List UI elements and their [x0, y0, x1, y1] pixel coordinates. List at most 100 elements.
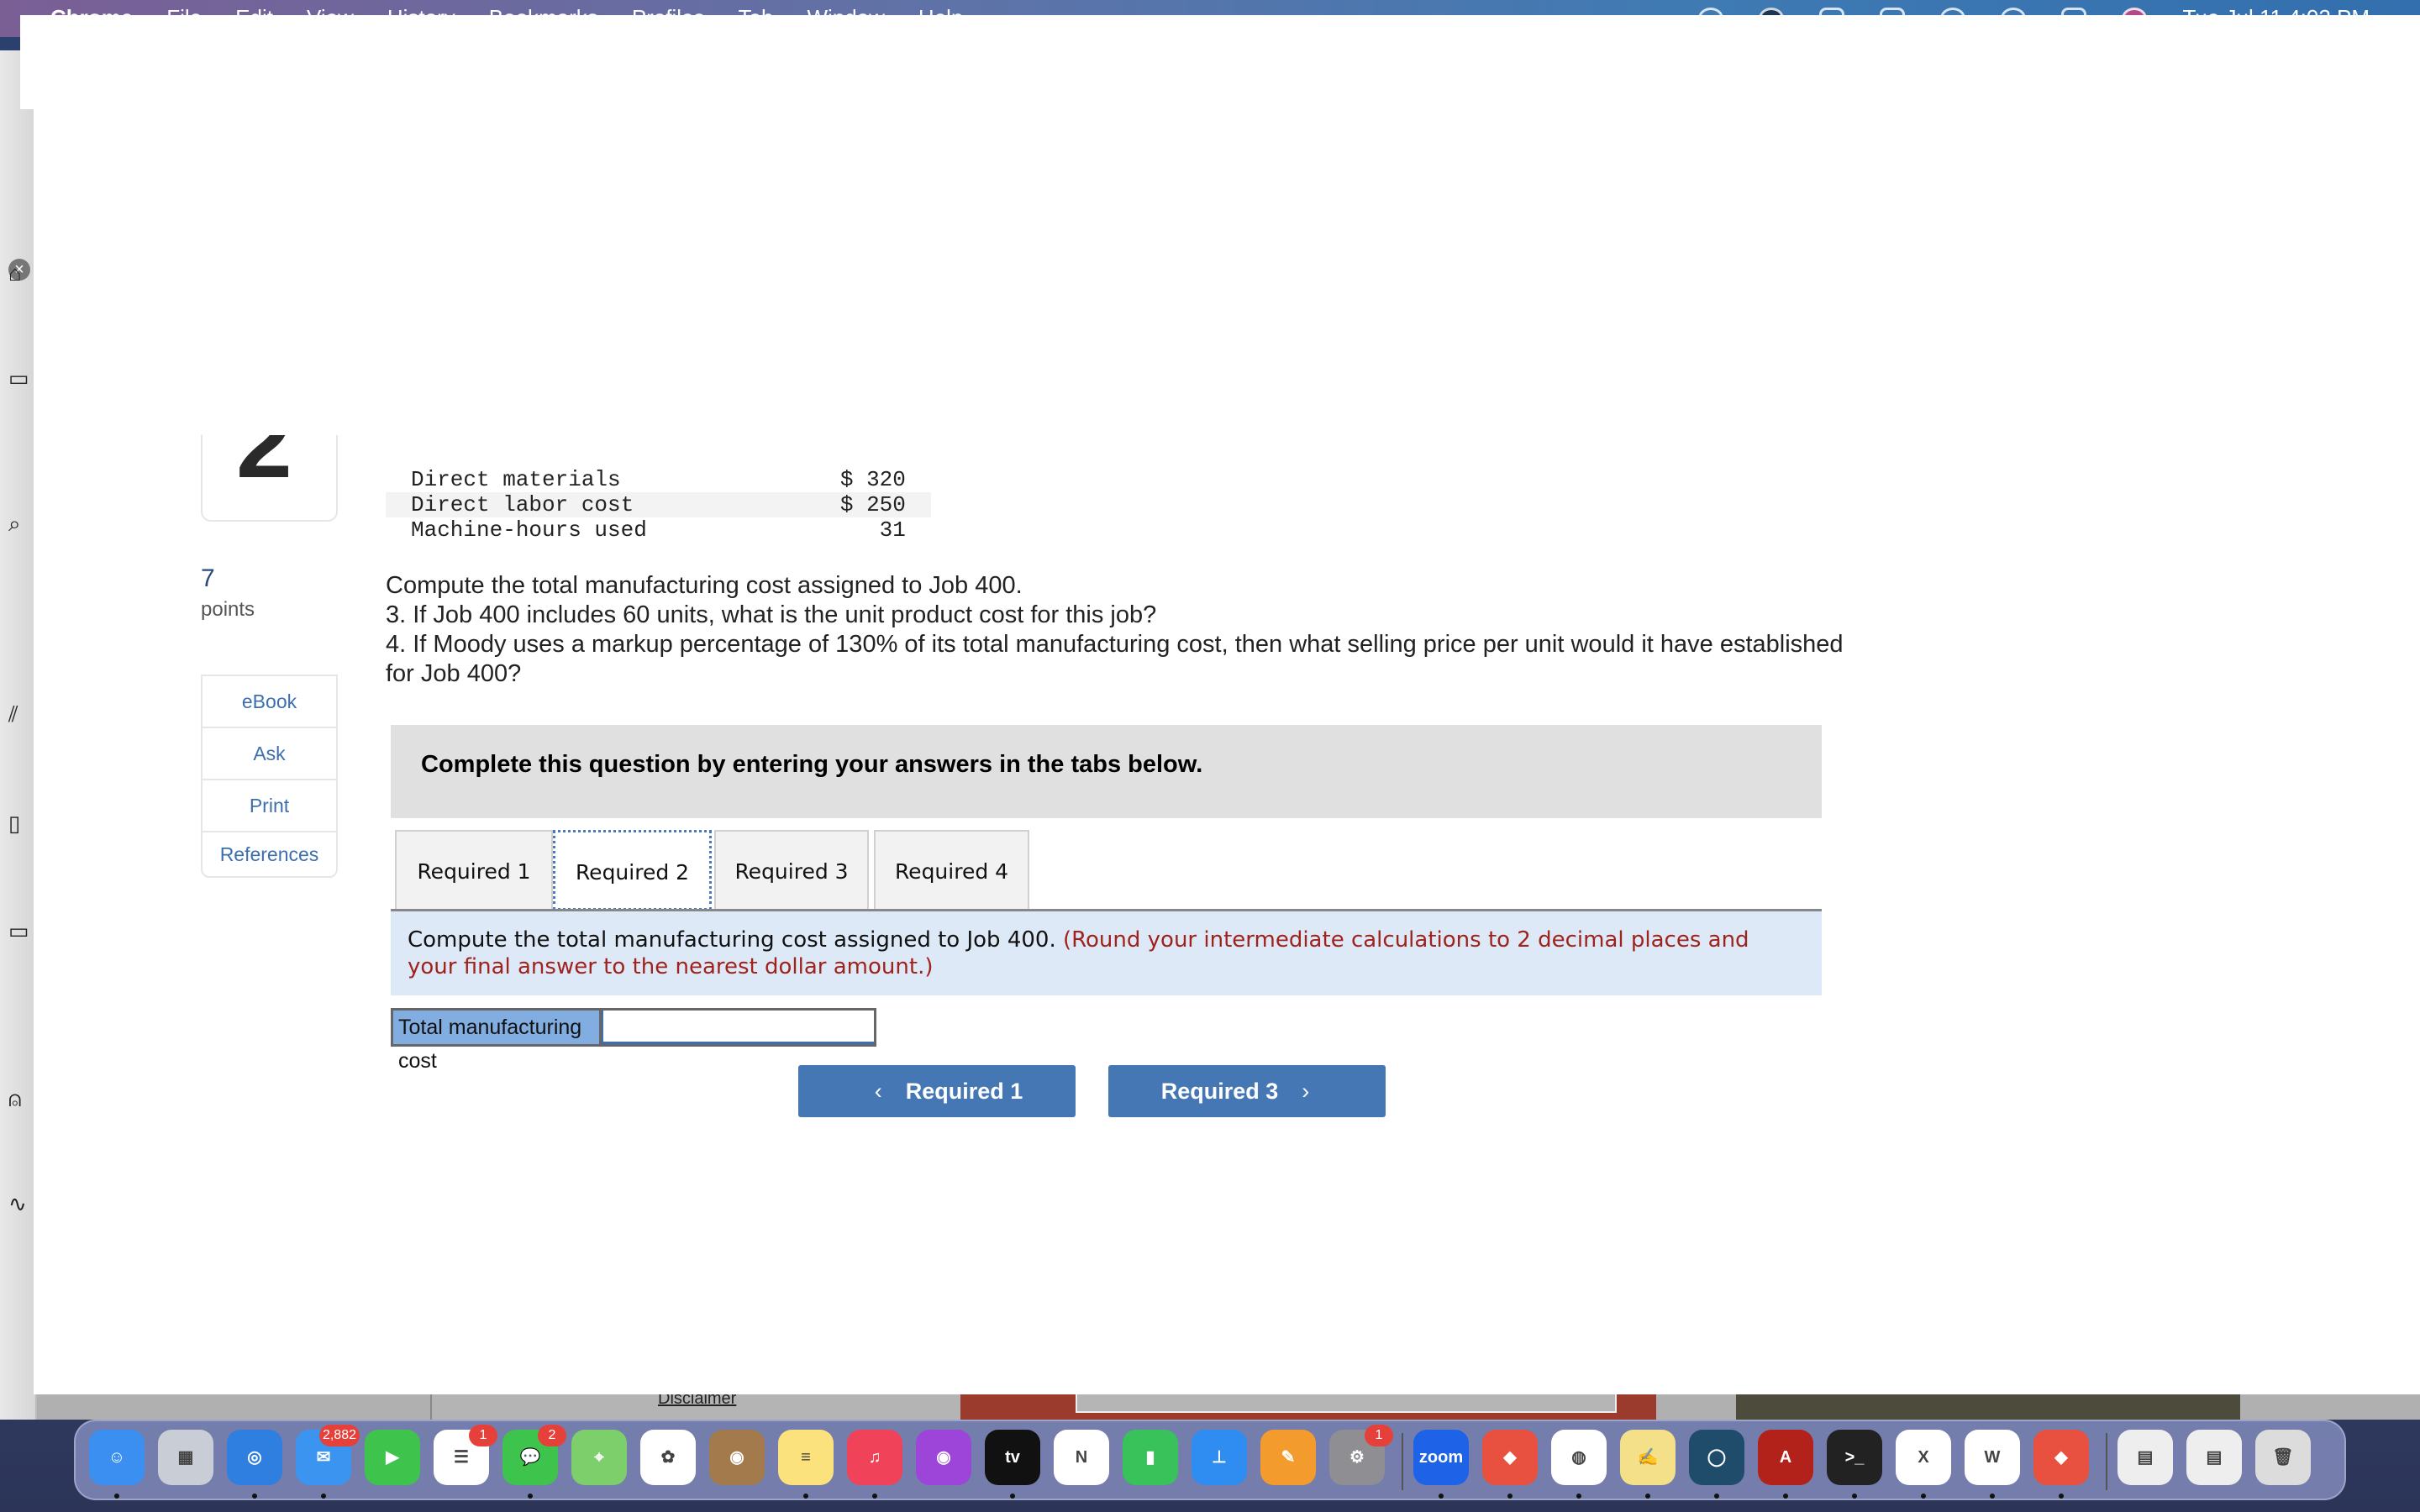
- ebook-button[interactable]: eBook: [203, 676, 336, 728]
- dock-zoom-icon[interactable]: zoom: [1413, 1430, 1469, 1485]
- table-row: Machine-hours used 31: [386, 517, 931, 543]
- dock-news-icon[interactable]: N: [1054, 1430, 1109, 1485]
- tablet-icon[interactable]: ▯: [8, 811, 34, 836]
- dock-facetime-icon[interactable]: ▶: [365, 1430, 420, 1485]
- left-app-strip: × ⌂ ▭ ⌕ ⫽ ▯ ▭ ⍝ ∿: [0, 50, 37, 1420]
- dock-music-icon[interactable]: ♫: [847, 1430, 902, 1485]
- person-icon[interactable]: ⍝: [8, 1086, 34, 1111]
- row-label: Direct labor cost: [386, 492, 647, 517]
- community-icon[interactable]: ∿: [8, 1191, 34, 1216]
- dock-separator: [2106, 1433, 2107, 1490]
- dock-acrobat-icon[interactable]: A: [1758, 1430, 1813, 1485]
- dock-mail-icon[interactable]: ✉ 2,882: [296, 1425, 360, 1485]
- dock-anydesk-icon[interactable]: ◆: [2033, 1430, 2089, 1485]
- notification-badge: 2: [538, 1425, 566, 1446]
- running-indicator: [1714, 1494, 1719, 1499]
- table-row: Direct labor cost $ 250: [386, 492, 931, 517]
- dock-stickies-icon[interactable]: ✍: [1620, 1430, 1676, 1485]
- question-line: 3. If Job 400 includes 60 units, what is…: [386, 601, 1157, 628]
- dock-podcasts-icon[interactable]: ◉: [916, 1430, 971, 1485]
- print-button[interactable]: Print: [203, 780, 336, 832]
- dock-chrome-icon[interactable]: ◍: [1551, 1430, 1607, 1485]
- question-number-box: 2: [201, 435, 338, 522]
- instruction-text: Compute the total manufacturing cost ass…: [408, 927, 1056, 953]
- prev-required-button[interactable]: ‹ Required 1: [798, 1065, 1076, 1117]
- points-value: 7: [201, 564, 215, 592]
- dock-photos-icon[interactable]: ✿: [640, 1430, 696, 1485]
- question-window: [34, 15, 2420, 1394]
- running-indicator: [2059, 1494, 2064, 1499]
- running-indicator: [321, 1494, 326, 1499]
- row-label: Direct materials: [411, 467, 621, 492]
- total-manufacturing-cost-input[interactable]: [602, 1011, 874, 1044]
- dock-reminders-icon[interactable]: ☰ 1: [434, 1425, 497, 1485]
- dock-excel-icon[interactable]: X: [1896, 1430, 1951, 1485]
- tab-required-1[interactable]: Required 1: [395, 830, 553, 911]
- dock-tv-icon[interactable]: tv: [985, 1430, 1040, 1485]
- chat-search-icon[interactable]: ⌕: [8, 511, 34, 536]
- row-value: $ 320: [839, 467, 906, 492]
- running-indicator: [1507, 1494, 1512, 1499]
- notification-badge: 1: [1365, 1425, 1393, 1446]
- dock-system-preferences-icon[interactable]: ⚙ 1: [1329, 1425, 1393, 1485]
- tab-required-3[interactable]: Required 3: [714, 830, 869, 911]
- table-row: Direct materials $ 320: [386, 467, 931, 492]
- chevron-right-icon: ›: [1302, 1079, 1310, 1104]
- running-indicator: [114, 1494, 119, 1499]
- folder-icon[interactable]: ▭: [8, 918, 34, 943]
- dock-word-icon[interactable]: W: [1965, 1430, 2020, 1485]
- points-label: points: [201, 598, 255, 621]
- dock-terminal-icon[interactable]: >_: [1827, 1430, 1882, 1485]
- dock-pages-icon[interactable]: ✎: [1260, 1430, 1316, 1485]
- dock-finder-icon[interactable]: ☺: [89, 1430, 145, 1485]
- dock-safari-icon[interactable]: ◎: [227, 1430, 282, 1485]
- dock-numbers-icon[interactable]: ▮: [1123, 1430, 1178, 1485]
- running-indicator: [1576, 1494, 1581, 1499]
- prev-label: Required 1: [905, 1079, 1023, 1104]
- dock-webex-icon[interactable]: ◯: [1689, 1430, 1744, 1485]
- running-indicator: [1645, 1494, 1650, 1499]
- question-number: 2: [236, 435, 292, 499]
- notification-badge: 2,882: [318, 1425, 360, 1446]
- dock-notes-icon[interactable]: ≡: [778, 1430, 834, 1485]
- tab-required-2[interactable]: Required 2: [553, 830, 712, 911]
- running-indicator: [803, 1494, 808, 1499]
- next-required-button[interactable]: Required 3 ›: [1108, 1065, 1386, 1117]
- instructions-banner: Complete this question by entering your …: [391, 725, 1822, 818]
- answer-label: Total manufacturing cost: [393, 1011, 602, 1073]
- running-indicator: [1852, 1494, 1857, 1499]
- dock-separator: [1402, 1433, 1403, 1490]
- dock-anydesk-icon[interactable]: ◆: [1482, 1430, 1538, 1485]
- tab-required-4[interactable]: Required 4: [874, 830, 1029, 911]
- row-value: 31: [879, 517, 906, 543]
- dock-maps-icon[interactable]: ⌖: [571, 1430, 627, 1485]
- running-indicator: [1921, 1494, 1926, 1499]
- running-indicator: [872, 1494, 877, 1499]
- dock-keynote-icon[interactable]: ⊥: [1192, 1430, 1247, 1485]
- running-indicator: [1439, 1494, 1444, 1499]
- dock-downloads-icon[interactable]: ▤: [2186, 1430, 2242, 1485]
- dock: ☺ ▦ ◎ ✉ 2,882 ▶ ☰ 1 💬 2 ⌖ ✿ ◉ ≡ ♫ ◉ tv N ▮ ⊥ ✎ ⚙ 1 zoom ◆ ◍ ✍ ◯ A >_ X…: [74, 1420, 2346, 1500]
- dock-launchpad-icon[interactable]: ▦: [158, 1430, 213, 1485]
- next-label: Required 3: [1160, 1079, 1279, 1104]
- question-text: Compute the total manufacturing cost ass…: [386, 571, 1848, 689]
- tab-instruction: Compute the total manufacturing cost ass…: [391, 911, 1822, 995]
- row-value: $ 250: [646, 492, 931, 517]
- grid-icon[interactable]: ▭: [8, 365, 34, 391]
- references-button[interactable]: References: [203, 832, 336, 876]
- resource-buttons: eBook Ask Print References: [201, 675, 338, 878]
- dock-contacts-icon[interactable]: ◉: [709, 1430, 765, 1485]
- blank-overlay: [20, 15, 2420, 109]
- running-indicator: [1783, 1494, 1788, 1499]
- answer-row: Total manufacturing cost: [391, 1008, 876, 1073]
- books-icon[interactable]: ⫽: [8, 701, 34, 727]
- question-line: 4. If Moody uses a markup percentage of …: [386, 631, 1844, 687]
- dock-messages-icon[interactable]: 💬 2: [502, 1425, 566, 1485]
- dock-document-stack-icon[interactable]: ▤: [2118, 1430, 2173, 1485]
- dock-trash-icon[interactable]: 🗑: [2255, 1430, 2311, 1485]
- row-label: Machine-hours used: [411, 517, 647, 543]
- given-data-table: Direct materials $ 320 Direct labor cost…: [386, 467, 931, 543]
- running-indicator: [1990, 1494, 1995, 1499]
- ask-button[interactable]: Ask: [203, 728, 336, 780]
- home-icon[interactable]: ⌂: [8, 260, 34, 286]
